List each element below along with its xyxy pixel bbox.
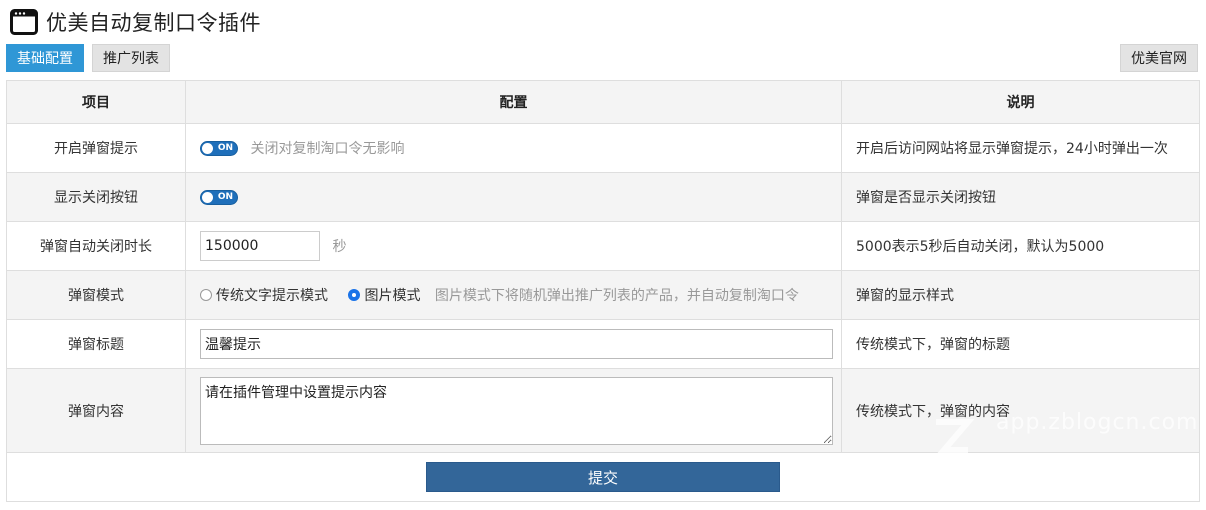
submit-button[interactable]: 提交 bbox=[426, 462, 780, 492]
row-description: 弹窗是否显示关闭按钮 bbox=[841, 172, 1200, 222]
official-site-button[interactable]: 优美官网 bbox=[1120, 44, 1198, 72]
config-cell: ON bbox=[185, 172, 842, 222]
submit-row: 提交 bbox=[6, 452, 1200, 502]
table-row: 弹窗标题 传统模式下，弹窗的标题 bbox=[6, 319, 1200, 369]
row-label: 显示关闭按钮 bbox=[6, 172, 186, 222]
toggle-on-label: ON bbox=[217, 142, 233, 153]
table-row: 弹窗内容 请在插件管理中设置提示内容 传统模式下，弹窗的内容 bbox=[6, 368, 1200, 453]
mode-radio-text[interactable] bbox=[200, 289, 212, 301]
mode-option-text-label[interactable]: 传统文字提示模式 bbox=[216, 288, 328, 304]
toggle-knob bbox=[202, 142, 213, 154]
config-table: 项目 配置 说明 开启弹窗提示 ON 关闭对复制淘口令无影响 开启后访问网站将显… bbox=[6, 80, 1200, 502]
mode-option-image-label[interactable]: 图片模式 bbox=[364, 288, 420, 304]
row-description: 传统模式下，弹窗的标题 bbox=[841, 319, 1200, 369]
duration-unit: 秒 bbox=[332, 239, 347, 255]
table-row: 显示关闭按钮 ON 弹窗是否显示关闭按钮 bbox=[6, 172, 1200, 222]
row-description: 传统模式下，弹窗的内容 bbox=[841, 368, 1200, 453]
row-description: 开启后访问网站将显示弹窗提示，24小时弹出一次 bbox=[841, 123, 1200, 173]
row-description: 5000表示5秒后自动关闭，默认为5000 bbox=[841, 221, 1200, 271]
row-description: 弹窗的显示样式 bbox=[841, 270, 1200, 320]
column-header-config: 配置 bbox=[185, 80, 842, 124]
row-label: 弹窗模式 bbox=[6, 270, 186, 320]
popup-title-input[interactable] bbox=[200, 329, 833, 359]
tab-promo-list[interactable]: 推广列表 bbox=[92, 44, 170, 72]
popup-hint-toggle[interactable]: ON bbox=[200, 140, 238, 156]
table-row: 弹窗自动关闭时长 秒 5000表示5秒后自动关闭，默认为5000 bbox=[6, 221, 1200, 271]
config-cell: 秒 bbox=[185, 221, 842, 271]
table-header-row: 项目 配置 说明 bbox=[6, 80, 1200, 124]
column-header-desc: 说明 bbox=[841, 80, 1200, 124]
mode-hint: 图片模式下将随机弹出推广列表的产品，并自动复制淘口令 bbox=[434, 288, 799, 304]
row-label: 弹窗标题 bbox=[6, 319, 186, 369]
table-row: 弹窗模式 传统文字提示模式 图片模式 图片模式下将随机弹出推广列表的产品，并自动… bbox=[6, 270, 1200, 320]
config-cell: 传统文字提示模式 图片模式 图片模式下将随机弹出推广列表的产品，并自动复制淘口令 bbox=[185, 270, 842, 320]
row-label: 弹窗内容 bbox=[6, 368, 186, 453]
row-label: 开启弹窗提示 bbox=[6, 123, 186, 173]
toggle-on-label: ON bbox=[217, 191, 233, 202]
tab-basic-config[interactable]: 基础配置 bbox=[6, 44, 84, 72]
submit-cell: 提交 bbox=[6, 452, 1200, 502]
auto-close-duration-input[interactable] bbox=[200, 231, 320, 261]
config-cell: 请在插件管理中设置提示内容 bbox=[185, 368, 842, 453]
column-header-item: 项目 bbox=[6, 80, 186, 124]
page-title: 优美自动复制口令插件 bbox=[46, 11, 261, 35]
config-cell bbox=[185, 319, 842, 369]
close-button-toggle[interactable]: ON bbox=[200, 189, 238, 205]
toggle-knob bbox=[202, 191, 213, 203]
config-cell: ON 关闭对复制淘口令无影响 bbox=[185, 123, 842, 173]
mode-radio-image[interactable] bbox=[348, 289, 361, 301]
tab-bar: 基础配置 推广列表 bbox=[6, 44, 170, 72]
page-header: 优美自动复制口令插件 bbox=[10, 6, 261, 38]
window-icon bbox=[10, 9, 38, 35]
row-label: 弹窗自动关闭时长 bbox=[6, 221, 186, 271]
table-row: 开启弹窗提示 ON 关闭对复制淘口令无影响 开启后访问网站将显示弹窗提示，24小… bbox=[6, 123, 1200, 173]
popup-content-textarea[interactable]: 请在插件管理中设置提示内容 bbox=[200, 376, 833, 445]
popup-hint-note: 关闭对复制淘口令无影响 bbox=[250, 141, 405, 157]
